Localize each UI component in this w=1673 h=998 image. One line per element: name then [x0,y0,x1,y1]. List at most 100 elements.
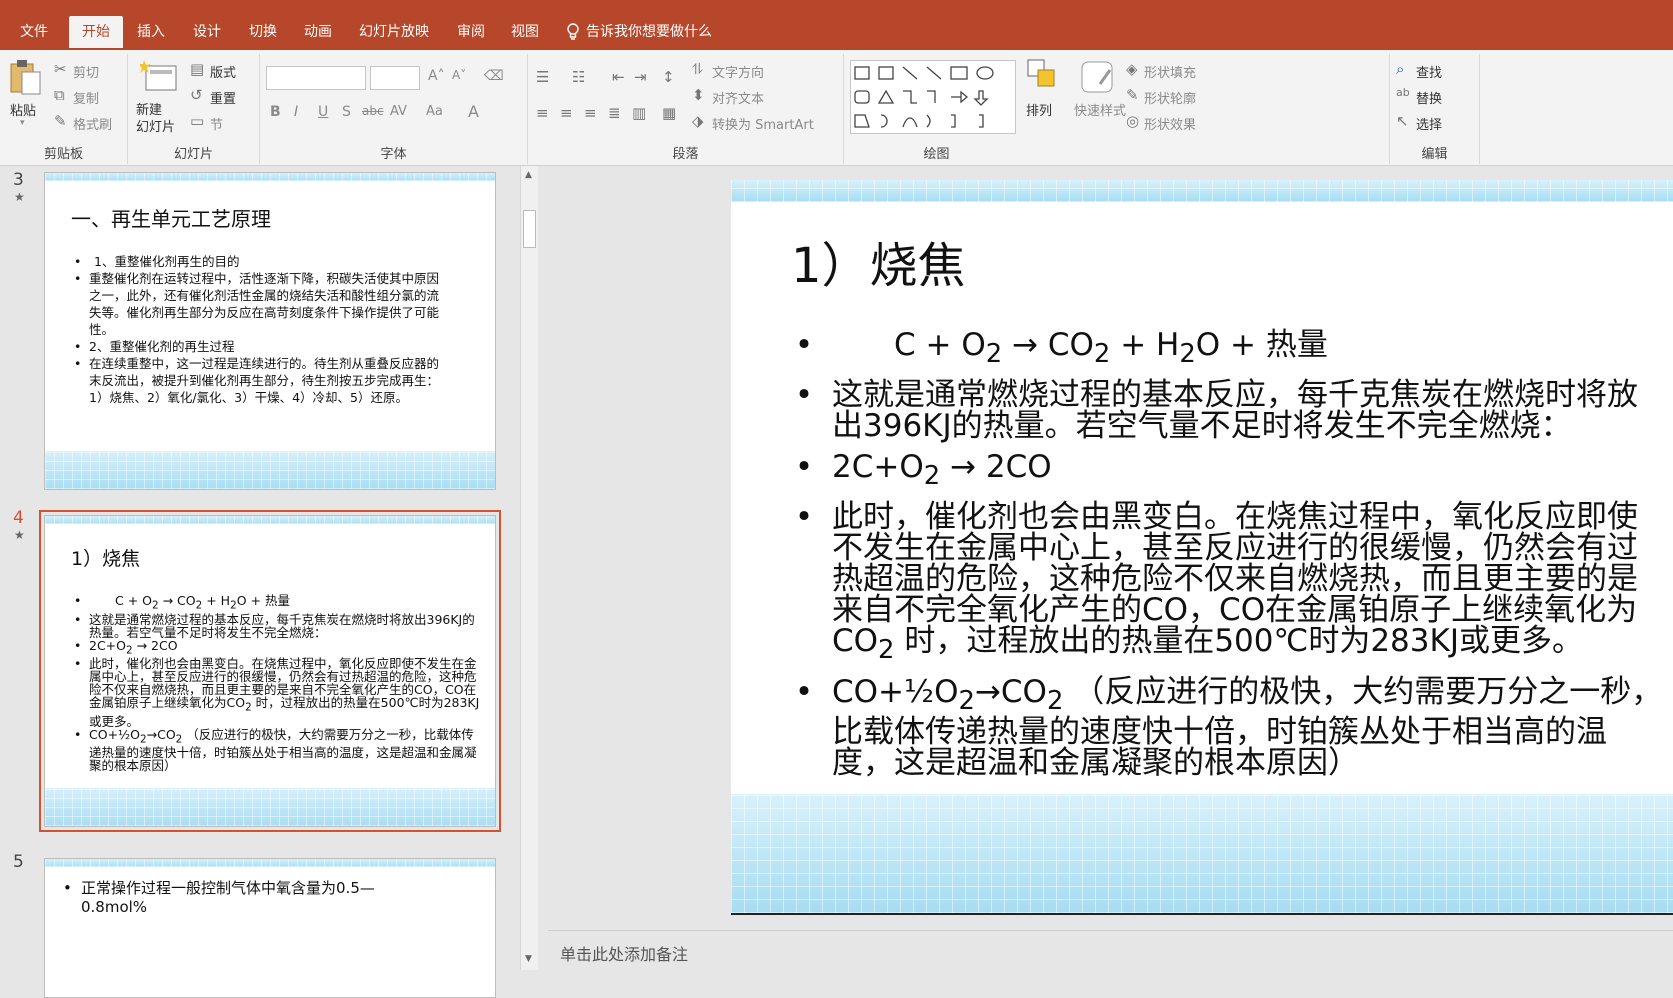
align-center-icon[interactable]: ≡ [560,104,573,122]
tab-insert[interactable]: 插入 [127,16,175,48]
justify-icon[interactable]: ≣ [608,104,621,122]
shape-outline-button[interactable]: 形状轮廓 [1144,88,1196,107]
scroll-down-icon[interactable]: ▼ [525,954,532,964]
list-item: 这就是通常燃烧过程的基本反应，每千克焦炭在燃烧时将放出396KJ的热量。若空气量… [74,613,481,639]
notes-placeholder[interactable]: 单击此处添加备注 [560,941,688,965]
clear-format-icon[interactable]: ⌫ [484,68,504,84]
increase-indent-icon[interactable]: ⇥ [634,68,647,86]
list-item: 重整催化剂在运转过程中，活性逐渐下降，积碳失活使其中原因之一，此外，还有催化剂活… [74,270,449,338]
list-item: CO+½O2→CO2 （反应进行的极快，大约需要万分之一秒，比载体传递热量的速度… [74,728,481,773]
slide-top-band [731,180,1673,202]
search-icon: ⌕ [1396,60,1405,78]
slide-number: 3 [13,170,24,190]
slide-thumbnail-pane[interactable]: 3 ★ 一、再生单元工艺原理 1、重整催化剂再生的目的 重整催化剂在运转过程中，… [0,166,530,998]
animation-star-icon: ★ [14,528,25,542]
slide-title: 1）烧焦 [791,238,966,294]
editing-group-label: 编辑 [1421,147,1448,162]
shape-effects-icon: ◎ [1126,112,1140,130]
quick-styles-label: 快速样式 [1074,104,1127,119]
bold-icon[interactable]: B [270,104,281,120]
decrease-font-icon[interactable]: A˅ [452,68,466,82]
quick-styles-button[interactable]: 快速样式 [1072,58,1132,138]
increase-font-icon[interactable]: A˄ [428,68,445,84]
thumbnail-scrollbar[interactable]: ▲ ▼ [520,166,538,970]
drawing-group: 排列 快速样式 ◈ 形状填充 ✎ 形状轮廓 ◎ 形状效果 绘图 [844,54,1390,164]
distributed-icon[interactable]: ▥ [632,104,646,122]
replace-button[interactable]: 替换 [1416,88,1442,107]
arrange-label: 排列 [1026,104,1053,119]
thumb-title: 1）烧焦 [71,548,141,570]
slide-thumbnail-3[interactable]: 一、再生单元工艺原理 1、重整催化剂再生的目的 重整催化剂在运转过程中，活性逐渐… [44,172,496,490]
cut-button[interactable]: 剪切 [73,62,99,81]
slide-thumbnail-4[interactable]: 1）烧焦 C + O2 → CO2 + H2O + 热量 这就是通常燃烧过程的基… [39,510,501,832]
new-slide-button[interactable]: 新建 幻灯片 [134,58,186,138]
numbering-icon[interactable]: ☷ [572,68,585,86]
italic-icon[interactable]: I [294,104,298,120]
change-case-icon[interactable]: Aa [426,104,443,119]
arrange-button[interactable]: 排列 [1026,58,1070,138]
find-button[interactable]: 查找 [1416,62,1442,81]
reset-button[interactable]: 重置 [210,88,236,107]
tab-view[interactable]: 视图 [501,16,549,48]
slide-band [45,516,495,524]
section-button[interactable]: 节 [210,114,223,133]
format-painter-button[interactable]: 格式刷 [73,114,112,133]
columns-icon[interactable]: ▦ [662,104,676,122]
new-slide-icon [138,60,177,91]
shadow-icon[interactable]: S [342,104,351,120]
layout-button[interactable]: 版式 [210,62,236,81]
font-size-dropdown[interactable] [370,66,420,90]
tab-slideshow[interactable]: 幻灯片放映 [349,16,439,48]
underline-icon[interactable]: U [318,104,328,120]
tab-transitions[interactable]: 切换 [239,16,287,48]
smartart-icon: ⬗ [692,112,704,130]
slide-band [45,859,495,867]
char-spacing-icon[interactable]: AV [390,104,407,119]
bullets-icon[interactable]: ☰ [536,68,549,86]
notes-pane[interactable]: 单击此处添加备注 [548,930,1673,970]
copy-button[interactable]: 复制 [73,88,99,107]
align-text-button[interactable]: 对齐文本 [712,88,764,107]
shape-effects-button[interactable]: 形状效果 [1144,114,1196,133]
select-button[interactable]: 选择 [1416,114,1442,133]
scrollbar-thumb[interactable] [523,210,536,248]
thumb-title: 一、再生单元工艺原理 [71,207,271,231]
align-left-icon[interactable]: ≡ [536,104,549,122]
tell-me-text: 告诉我你想要做什么 [586,24,712,40]
tab-review[interactable]: 审阅 [447,16,495,48]
line-spacing-icon[interactable]: ↕ [662,68,675,86]
slide-body: C + O2 → CO2 + H2O + 热量 这就是通常燃烧过程的基本反应，每… [795,330,1668,779]
shape-fill-button[interactable]: 形状填充 [1144,62,1196,81]
paste-button[interactable]: 粘贴 ▾ [8,58,44,130]
slide-number: 4 [13,508,24,528]
slide-canvas[interactable]: 1）烧焦 C + O2 → CO2 + H2O + 热量 这就是通常燃烧过程的基… [731,180,1673,915]
scroll-up-icon[interactable]: ▲ [525,170,532,180]
tab-animations[interactable]: 动画 [294,16,342,48]
text-direction-button[interactable]: 文字方向 [712,62,764,81]
paste-icon [10,60,41,95]
section-icon: ▭ [190,112,205,130]
tell-me-box[interactable]: 告诉我你想要做什么 [560,16,722,48]
align-right-icon[interactable]: ≡ [584,104,597,122]
thumb-bullets: 正常操作过程一般控制气体中氧含量为0.5—0.8mol% [63,879,391,917]
animation-star-icon: ★ [14,190,25,204]
clipboard-group-label: 剪贴板 [43,147,83,162]
convert-smartart-button[interactable]: 转换为 SmartArt [712,114,814,133]
font-color-icon[interactable]: A [468,102,479,121]
tab-home[interactable]: 开始 [69,16,123,48]
list-item: 此时，催化剂也会由黑变白。在烧焦过程中，氧化反应即使不发生在金属中心上，甚至反应… [74,657,481,728]
slide-thumbnail-5[interactable]: 正常操作过程一般控制气体中氧含量为0.5—0.8mol% [44,858,496,998]
paint-bucket-icon: ◈ [1126,60,1138,78]
strikethrough-icon[interactable]: abc [362,104,384,118]
slide-bottom-band [731,794,1673,913]
tab-design[interactable]: 设计 [183,16,231,48]
font-name-dropdown[interactable] [266,66,366,90]
thumb-bullets: C + O2 → CO2 + H2O + 热量 这就是通常燃烧过程的基本反应，每… [74,594,481,773]
list-item: 2、重整催化剂的再生过程 [74,338,449,355]
layout-icon: ▤ [190,60,205,78]
paste-label: 粘贴 [10,104,37,119]
shapes-gallery[interactable] [850,60,1016,134]
decrease-indent-icon[interactable]: ⇤ [612,68,625,86]
list-item: 正常操作过程一般控制气体中氧含量为0.5—0.8mol% [63,879,391,917]
tab-file[interactable]: 文件 [10,16,58,48]
